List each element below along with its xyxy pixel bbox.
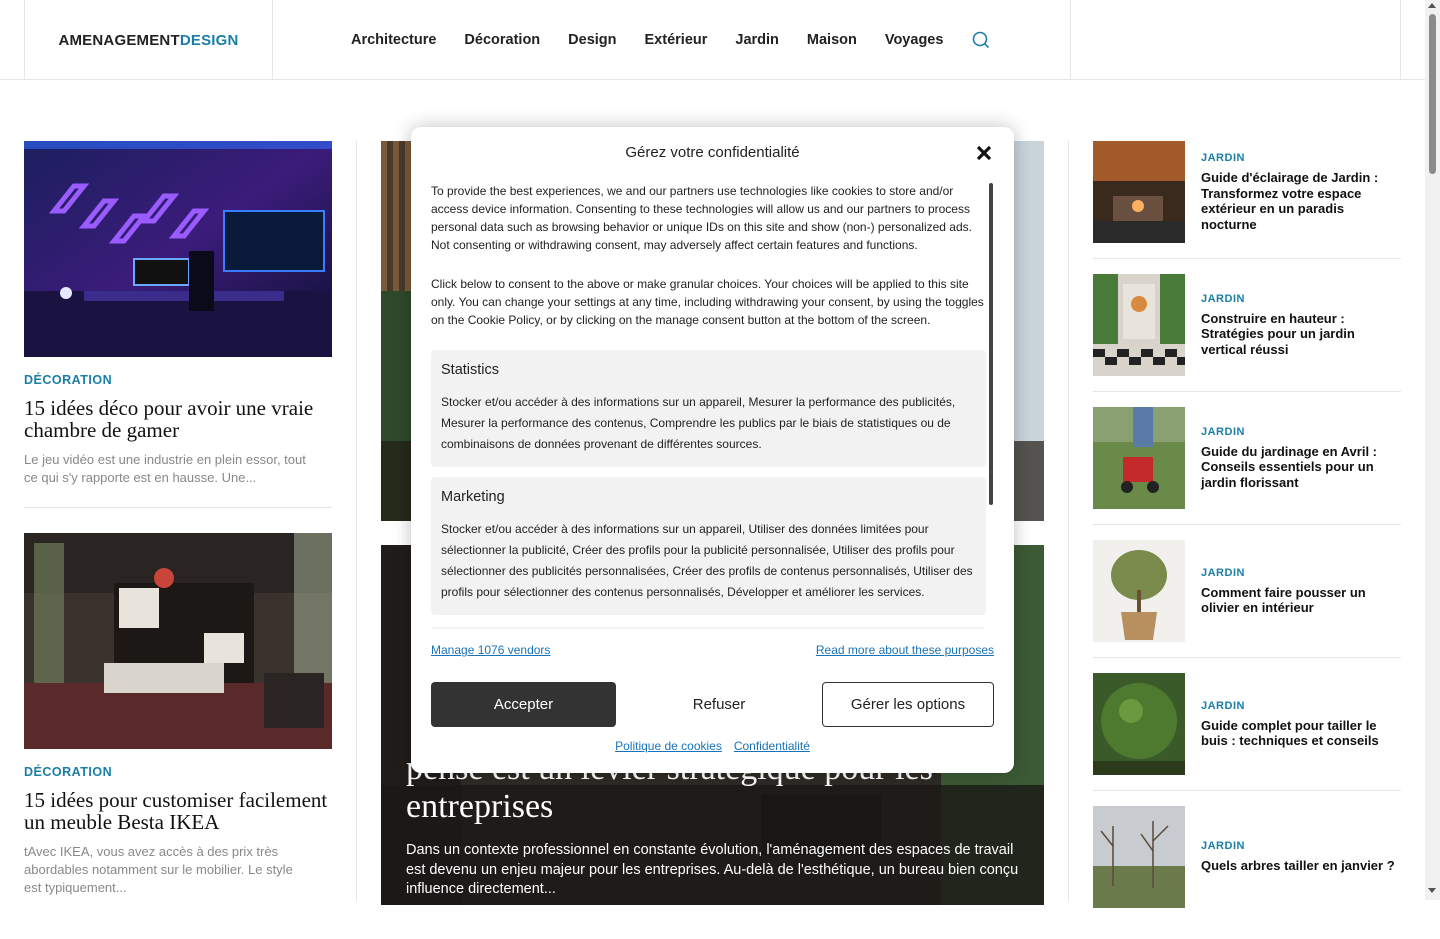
consent-body[interactable]: To provide the best experiences, we and … [431,182,986,629]
article-thumbnail-besta-ikea[interactable] [24,533,332,749]
nav-voyages[interactable]: Voyages [885,32,944,48]
refuse-button[interactable]: Refuser [626,682,812,727]
sidebar-article[interactable]: JARDIN Guide d'éclairage de Jardin : Tra… [1093,141,1401,259]
logo-text-primary: AMENAGEMENT [58,31,180,49]
privacy-link[interactable]: Confidentialité [734,739,810,753]
sidebar-article-category[interactable]: JARDIN [1201,152,1401,164]
sidebar-article-category[interactable]: JARDIN [1201,293,1401,305]
sidebar-article-thumbnail[interactable] [1093,540,1185,642]
article-excerpt: Le jeu vidéo est une industrie en plein … [24,452,306,485]
sidebar-article[interactable]: JARDIN Guide complet pour tailler le bui… [1093,673,1401,791]
article-title[interactable]: 15 idées déco pour avoir une vraie chamb… [24,397,332,441]
sidebar-article-category[interactable]: JARDIN [1201,567,1401,579]
sidebar-article-title[interactable]: Quels arbres tailler en janvier ? [1201,858,1395,874]
sidebar-article-title[interactable]: Comment faire pousser un olivier en inté… [1201,585,1401,616]
sidebar-article-category[interactable]: JARDIN [1201,700,1401,712]
sidebar-article-thumbnail[interactable] [1093,673,1185,775]
page-scrollbar[interactable] [1425,0,1440,900]
scrollbar-thumb[interactable] [1429,14,1436,174]
column-divider [356,141,357,901]
sidebar-article-thumbnail[interactable] [1093,274,1185,376]
article-card[interactable]: DÉCORATION 15 idées pour customiser faci… [24,533,332,897]
article-title[interactable]: 15 idées pour customiser facilement un m… [24,789,332,833]
policy-links: Politique de cookies Confidentialité [411,739,1014,753]
sidebar-article[interactable]: JARDIN Quels arbres tailler en janvier ? [1093,806,1401,908]
sidebar-article-category[interactable]: JARDIN [1201,840,1395,852]
logo-container[interactable]: AMENAGEMENTDESIGN [24,0,273,80]
purpose-title[interactable]: Marketing [441,489,976,505]
article-thumbnail-gaming-room[interactable] [24,141,332,357]
purpose-title[interactable]: Statistics [441,362,976,378]
nav-maison[interactable]: Maison [807,32,857,48]
purpose-marketing[interactable]: Marketing Stocker et/ou accéder à des in… [431,477,986,615]
scroll-down-arrow-icon[interactable] [1428,888,1436,893]
article-excerpt: tAvec IKEA, vous avez accès à des prix t… [24,844,293,895]
sidebar-article-title[interactable]: Guide d'éclairage de Jardin : Transforme… [1201,170,1401,232]
nav-decoration[interactable]: Décoration [464,32,540,48]
site-header: AMENAGEMENTDESIGN Architecture Décoratio… [0,0,1425,80]
sidebar-article-category[interactable]: JARDIN [1201,426,1401,438]
nav-jardin[interactable]: Jardin [735,32,779,48]
manage-options-button[interactable]: Gérer les options [822,682,994,727]
purpose-description: Stocker et/ou accéder à des informations… [441,395,956,451]
sidebar-article-thumbnail[interactable] [1093,141,1185,243]
left-column: DÉCORATION 15 idées déco pour avoir une … [24,141,332,897]
sidebar-article-thumbnail[interactable] [1093,407,1185,509]
sidebar-article-title[interactable]: Guide complet pour tailler le buis : tec… [1201,718,1401,749]
consent-title: Gérez votre confidentialité [625,144,800,161]
consent-paragraph: To provide the best experiences, we and … [431,184,972,252]
sidebar-article[interactable]: JARDIN Construire en hauteur : Stratégie… [1093,274,1401,392]
purpose-statistics[interactable]: Statistics Stocker et/ou accéder à des i… [431,350,986,467]
sidebar-article-title[interactable]: Construire en hauteur : Stratégies pour … [1201,311,1401,358]
purpose-description: Stocker et/ou accéder à des informations… [441,522,973,599]
site-logo[interactable]: AMENAGEMENTDESIGN [58,32,238,49]
featured-article-excerpt: Dans un contexte professionnel en consta… [406,842,1019,897]
nav-exterieur[interactable]: Extérieur [645,32,708,48]
cookie-consent-dialog: Gérez votre confidentialité To provide t… [411,127,1014,773]
logo-text-accent: DESIGN [179,31,239,49]
article-category[interactable]: DÉCORATION [24,765,332,779]
consent-buttons: Accepter Refuser Gérer les options [431,682,994,727]
header-right-area [1070,0,1401,80]
read-more-purposes-link[interactable]: Read more about these purposes [816,643,994,657]
right-sidebar: JARDIN Guide d'éclairage de Jardin : Tra… [1093,141,1401,939]
accept-button[interactable]: Accepter [431,682,616,727]
scroll-up-arrow-icon[interactable] [1428,3,1436,8]
article-category[interactable]: DÉCORATION [24,373,332,387]
main-nav: Architecture Décoration Design Extérieur… [337,0,957,80]
purpose-collapsed[interactable] [431,627,986,629]
manage-vendors-link[interactable]: Manage 1076 vendors [431,643,550,657]
sidebar-article[interactable]: JARDIN Guide du jardinage en Avril : Con… [1093,407,1401,525]
sidebar-article[interactable]: JARDIN Comment faire pousser un olivier … [1093,540,1401,658]
cookie-policy-link[interactable]: Politique de cookies [615,739,722,753]
consent-scrollbar[interactable] [989,183,993,505]
article-card[interactable]: DÉCORATION 15 idées déco pour avoir une … [24,141,332,487]
sidebar-article-thumbnail[interactable] [1093,806,1185,908]
divider [24,507,332,508]
consent-links: Manage 1076 vendors Read more about thes… [431,643,994,657]
close-icon[interactable] [975,144,993,162]
column-divider [1068,141,1069,901]
consent-paragraph: Click below to consent to the above or m… [431,277,984,327]
search-icon[interactable] [972,31,990,49]
nav-design[interactable]: Design [568,32,616,48]
sidebar-article-title[interactable]: Guide du jardinage en Avril : Conseils e… [1201,444,1401,491]
nav-architecture[interactable]: Architecture [351,32,436,48]
